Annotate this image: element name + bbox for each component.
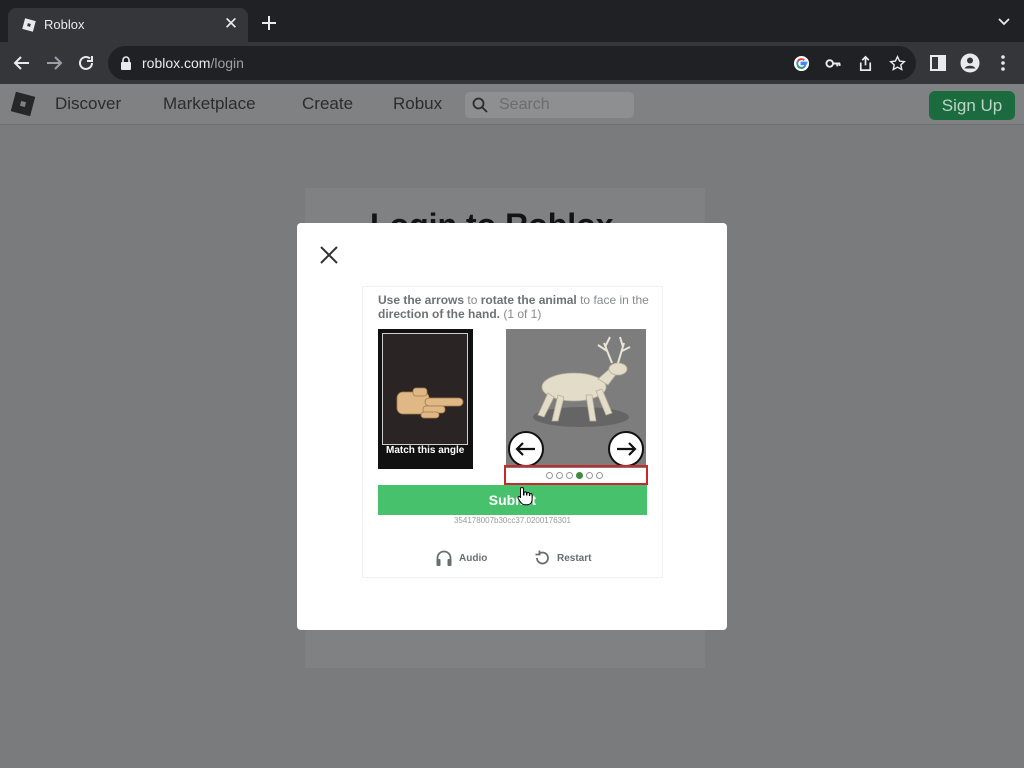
tab-title: Roblox [44, 17, 85, 32]
rotation-dot [596, 472, 603, 479]
chevron-down-icon[interactable] [996, 15, 1012, 29]
more-menu-icon[interactable] [993, 53, 1013, 73]
google-icon[interactable] [793, 55, 810, 72]
roblox-favicon-icon [22, 18, 36, 32]
search-icon [472, 97, 488, 113]
rotation-dot [586, 472, 593, 479]
sign-up-button[interactable]: Sign Up [929, 91, 1015, 120]
audio-button[interactable]: Audio [435, 549, 487, 567]
captcha-challenge: Use the arrows to rotate the animal to f… [362, 286, 663, 578]
roblox-logo-icon[interactable] [10, 91, 36, 117]
rotation-dot [566, 472, 573, 479]
headphones-icon [436, 550, 452, 566]
captcha-modal: Use the arrows to rotate the animal to f… [297, 223, 727, 630]
nav-link-create[interactable]: Create [302, 94, 353, 114]
submit-button[interactable]: Submit [378, 485, 647, 515]
nav-link-marketplace[interactable]: Marketplace [163, 94, 256, 114]
restart-button[interactable]: Restart [533, 549, 591, 567]
tab-close-icon[interactable]: ✕ [222, 15, 240, 33]
rotate-right-button[interactable] [608, 431, 644, 467]
browser-tab[interactable]: Roblox ✕ [8, 8, 248, 42]
close-icon[interactable] [318, 244, 340, 266]
lock-icon [121, 56, 131, 70]
side-panel-icon[interactable] [928, 53, 948, 73]
rotation-indicator [504, 465, 648, 485]
rotation-dot-active [576, 472, 583, 479]
browser-toolbar: roblox.com/login [0, 42, 1024, 84]
arrow-left-icon [515, 442, 535, 456]
rotation-dot [546, 472, 553, 479]
pointing-hand-image [382, 333, 468, 445]
bookmark-star-icon[interactable] [889, 55, 906, 72]
browser-tab-bar: Roblox ✕ [0, 0, 1024, 42]
share-icon[interactable] [857, 55, 874, 72]
arrow-right-icon [617, 442, 637, 456]
back-icon[interactable] [12, 53, 32, 73]
reload-icon[interactable] [76, 53, 96, 73]
key-icon[interactable] [825, 55, 842, 72]
restart-label: Restart [557, 552, 592, 564]
forward-icon[interactable] [44, 53, 64, 73]
rotate-left-button[interactable] [508, 431, 544, 467]
address-bar[interactable]: roblox.com/login [108, 46, 916, 80]
rotation-dot [556, 472, 563, 479]
captcha-instruction: Use the arrows to rotate the animal to f… [378, 293, 649, 321]
site-header: Discover Marketplace Create Robux Search… [0, 84, 1024, 125]
url-text: roblox.com/login [142, 55, 244, 71]
profile-avatar-icon[interactable] [960, 53, 980, 73]
restart-icon [535, 550, 549, 565]
nav-link-robux[interactable]: Robux [393, 94, 442, 114]
search-placeholder: Search [499, 96, 550, 113]
match-angle-label: Match this angle [386, 445, 465, 456]
session-id: 354178007b30cc37.0200176301 [453, 516, 571, 525]
reference-image: Match this angle [378, 329, 473, 469]
hand-cursor-icon [517, 486, 533, 506]
new-tab-icon[interactable] [259, 13, 279, 33]
nav-link-discover[interactable]: Discover [55, 94, 121, 114]
site-search-input[interactable]: Search [465, 92, 634, 118]
audio-label: Audio [459, 552, 488, 564]
